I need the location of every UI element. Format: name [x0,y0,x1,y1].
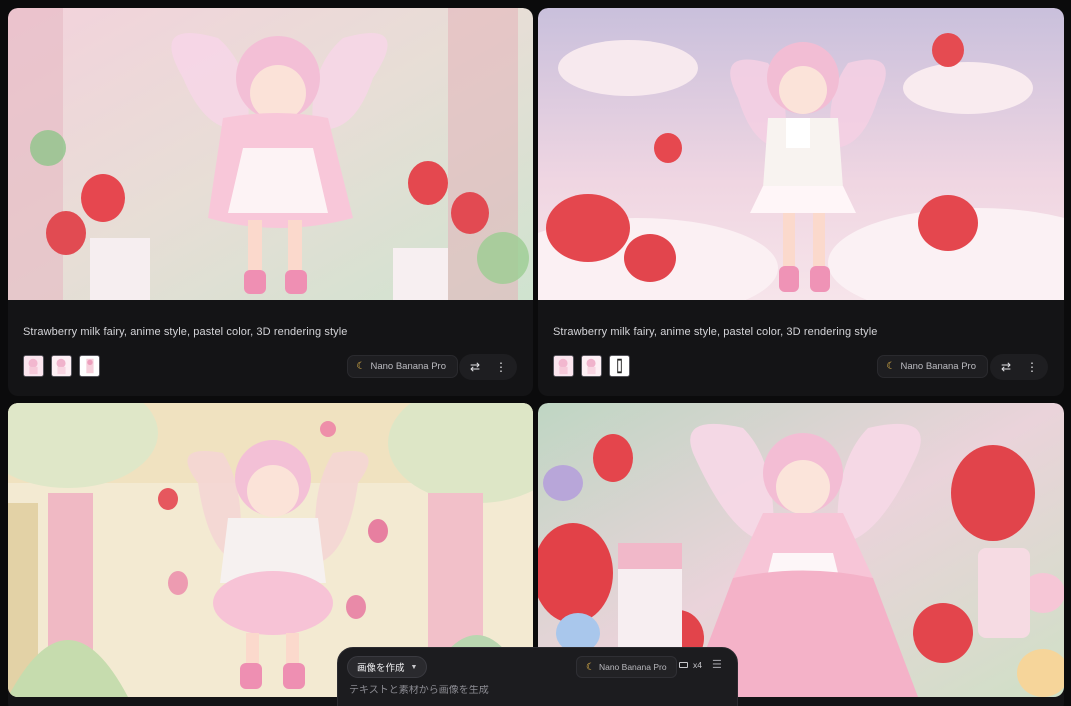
image-count: x4 [693,660,702,670]
result-card-1: Strawberry milk fairy, anime style, past… [8,8,533,396]
reference-images [23,355,100,377]
model-name: Nano Banana Pro [370,361,446,372]
banana-icon: ☾ [356,361,366,372]
mode-selector-button[interactable]: 画像を作成 ▼ [347,656,428,678]
prompt-composer: 画像を作成 ▼ ☾ Nano Banana Pro x4 ☰ [337,647,738,706]
card-actions: ⇄ ⋮ [990,354,1048,380]
banana-icon: ☾ [886,361,896,372]
result-card-2: Strawberry milk fairy, anime style, past… [538,8,1064,396]
reference-thumb-3[interactable] [79,355,100,377]
reference-thumb-1[interactable] [553,355,574,377]
mode-label: 画像を作成 [357,663,405,674]
remix-icon[interactable]: ⇄ [463,356,487,378]
card-actions: ⇄ ⋮ [459,354,517,380]
remix-icon[interactable]: ⇄ [994,356,1018,378]
image-results-grid: Strawberry milk fairy, anime style, past… [0,0,1071,706]
generated-image-1[interactable] [8,8,533,300]
more-vert-icon[interactable]: ⋮ [1020,356,1044,378]
tune-icon[interactable]: ☰ [712,658,722,671]
aspect-ratio-icon [679,662,688,668]
prompt-text: Strawberry milk fairy, anime style, past… [553,326,878,338]
reference-thumb-2[interactable] [581,355,602,377]
model-chip[interactable]: ☾ Nano Banana Pro [346,355,458,378]
composer-model-name: Nano Banana Pro [598,662,667,672]
reference-images [553,355,630,377]
prompt-input[interactable] [349,685,719,696]
reference-thumb-1[interactable] [23,355,44,377]
chevron-down-icon: ▼ [410,663,418,671]
aspect-count-button[interactable]: x4 [679,660,702,670]
generated-image-2[interactable] [538,8,1064,300]
prompt-text: Strawberry milk fairy, anime style, past… [23,326,348,338]
model-name: Nano Banana Pro [900,361,976,372]
model-chip[interactable]: ☾ Nano Banana Pro [876,355,988,378]
banana-icon: ☾ [586,661,595,673]
reference-thumb-2[interactable] [51,355,72,377]
reference-thumb-3[interactable] [609,355,630,377]
composer-model-chip[interactable]: ☾ Nano Banana Pro [576,656,677,678]
more-vert-icon[interactable]: ⋮ [489,356,513,378]
